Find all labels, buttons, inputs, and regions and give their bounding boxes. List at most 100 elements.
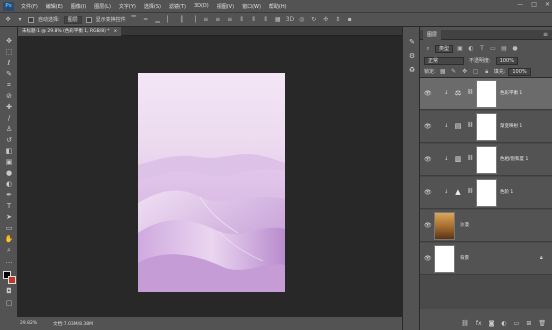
properties-panel-icon[interactable]: ⚙ xyxy=(407,51,417,61)
shape-filter-icon[interactable]: ▭ xyxy=(489,45,497,53)
new-layer-icon[interactable]: ⊞ xyxy=(526,320,531,327)
drag-icon[interactable]: ✣ xyxy=(322,16,330,24)
chevron-down-icon[interactable]: ▾ xyxy=(16,16,24,24)
layer-name[interactable]: 渐变映射 1 xyxy=(500,123,522,129)
type-filter-icon[interactable]: T xyxy=(478,45,486,53)
roll-icon[interactable]: ↻ xyxy=(310,16,318,24)
zoom-level[interactable]: 29.82% xyxy=(20,321,37,326)
layer-mask-thumbnail[interactable] xyxy=(476,80,497,108)
align-middle-icon[interactable]: ═ xyxy=(142,16,150,24)
menu-layer[interactable]: 图层(L) xyxy=(90,3,115,10)
hand-tool-icon[interactable]: ✋ xyxy=(3,235,15,244)
distribute-middle-icon[interactable]: ≡ xyxy=(214,16,222,24)
blend-mode-dropdown[interactable]: 正常 xyxy=(424,56,464,65)
fill-input[interactable]: 100% xyxy=(508,67,531,76)
quick-select-tool-icon[interactable]: ✎ xyxy=(3,70,15,79)
lock-artboard-icon[interactable]: ▢ xyxy=(472,68,480,76)
new-adjustment-icon[interactable]: ◐ xyxy=(501,320,506,327)
move-tool-icon[interactable]: ✥ xyxy=(4,16,12,24)
adjustments-panel-icon[interactable]: ♻ xyxy=(407,65,417,75)
layer-name[interactable]: 色相/饱和度 1 xyxy=(500,156,528,162)
marquee-tool-icon[interactable]: ⬚ xyxy=(3,48,15,57)
lasso-tool-icon[interactable]: ℓ xyxy=(3,59,15,68)
close-tab-button[interactable]: × xyxy=(114,27,118,36)
eraser-tool-icon[interactable]: ◧ xyxy=(3,147,15,156)
menu-edit[interactable]: 编辑(E) xyxy=(42,3,67,10)
move-tool-icon[interactable]: ✥ xyxy=(3,37,15,46)
scale-icon[interactable]: ▪ xyxy=(346,16,354,24)
layer-name[interactable]: 沙漠 xyxy=(460,222,469,228)
zoom-tool-icon[interactable]: ⌕ xyxy=(3,246,15,255)
distribute-center-icon[interactable]: ⦀ xyxy=(250,16,258,24)
visibility-eye-icon[interactable]: 👁︎ xyxy=(424,222,432,229)
align-top-icon[interactable]: ▔ xyxy=(130,16,138,24)
eyedropper-tool-icon[interactable]: ⊘ xyxy=(3,92,15,101)
tab-layers[interactable]: 图层 xyxy=(423,30,442,40)
type-tool-icon[interactable]: T xyxy=(3,202,15,211)
maximize-button[interactable]: □ xyxy=(531,1,537,8)
desert-image[interactable] xyxy=(138,73,285,292)
link-icon[interactable]: ⛓ xyxy=(467,89,473,95)
background-layer-thumbnail[interactable] xyxy=(434,245,455,273)
adjustment-filter-icon[interactable]: ◐ xyxy=(467,45,475,53)
lock-position-icon[interactable]: ✥ xyxy=(461,68,469,76)
menu-type[interactable]: 文字(Y) xyxy=(115,3,140,10)
rectangle-tool-icon[interactable]: ▭ xyxy=(3,224,15,233)
lock-transparent-icon[interactable]: ▦ xyxy=(439,68,447,76)
add-mask-icon[interactable]: ◙ xyxy=(489,320,495,327)
auto-select-checkbox[interactable] xyxy=(28,16,34,23)
brush-tool-icon[interactable]: / xyxy=(3,114,15,123)
menu-help[interactable]: 帮助(H) xyxy=(265,3,291,10)
new-group-icon[interactable]: ▭ xyxy=(514,320,520,327)
pixel-filter-icon[interactable]: ▣ xyxy=(456,45,464,53)
auto-align-icon[interactable]: ▦ xyxy=(274,16,282,24)
layer-row[interactable]: 👁︎ 沙漠 xyxy=(420,210,552,242)
distribute-top-icon[interactable]: ≡ xyxy=(202,16,210,24)
healing-brush-tool-icon[interactable]: ✚ xyxy=(3,103,15,112)
background-color-swatch[interactable] xyxy=(8,276,16,284)
filter-toggle-icon[interactable]: ● xyxy=(511,45,519,53)
document-tab[interactable]: 未标题-1 @ 29.8% (色彩平衡 1, RGB/8) * × xyxy=(18,27,122,36)
menu-file[interactable]: 文件(F) xyxy=(17,3,42,10)
opacity-input[interactable]: 100% xyxy=(495,56,518,65)
history-brush-tool-icon[interactable]: ↺ xyxy=(3,136,15,145)
auto-select-dropdown[interactable]: 图层 xyxy=(63,15,82,24)
menu-view[interactable]: 视图(V) xyxy=(213,3,238,10)
pen-tool-icon[interactable]: ✒ xyxy=(3,191,15,200)
fx-icon[interactable]: fx xyxy=(476,320,482,327)
minimize-button[interactable]: — xyxy=(517,1,523,8)
history-panel-icon[interactable]: ✎ xyxy=(407,37,417,47)
align-center-icon[interactable]: ║ xyxy=(178,16,186,24)
align-right-icon[interactable]: ▕ xyxy=(190,16,198,24)
layer-name[interactable]: 色彩平衡 1 xyxy=(500,90,522,96)
layer-row[interactable]: 👁︎ ↓ ▲ ⛓ 色阶 1 xyxy=(420,177,552,209)
layer-row[interactable]: 👁︎ 背景 🔒︎ xyxy=(420,243,552,275)
distribute-right-icon[interactable]: ⦀ xyxy=(262,16,270,24)
menu-filter[interactable]: 滤镜(T) xyxy=(165,3,190,10)
menu-image[interactable]: 图像(I) xyxy=(67,3,90,10)
orbit-icon[interactable]: ◎ xyxy=(298,16,306,24)
link-icon[interactable]: ⛓ xyxy=(467,122,473,128)
visibility-eye-icon[interactable]: 👁︎ xyxy=(424,90,432,97)
layer-row[interactable]: 👁︎ ↓ ▥ ⛓ 色相/饱和度 1 xyxy=(420,144,552,176)
layer-filter-dropdown[interactable]: 类型 xyxy=(435,44,454,53)
align-bottom-icon[interactable]: ▁ xyxy=(154,16,162,24)
screen-mode-icon[interactable]: ▢ xyxy=(3,299,15,308)
crop-tool-icon[interactable]: ⌗ xyxy=(3,81,15,90)
layer-mask-thumbnail[interactable] xyxy=(476,113,497,141)
visibility-eye-icon[interactable]: 👁︎ xyxy=(424,123,432,130)
menu-select[interactable]: 选择(S) xyxy=(140,3,165,10)
layer-row[interactable]: 👁︎ ↓ ⚖ ⛓ 色彩平衡 1 xyxy=(420,78,552,110)
panel-menu-icon[interactable]: ≡ xyxy=(543,30,548,40)
visibility-eye-icon[interactable]: 👁︎ xyxy=(424,255,432,262)
menu-3d[interactable]: 3D(D) xyxy=(190,3,213,9)
align-left-icon[interactable]: ▏ xyxy=(166,16,174,24)
layer-name[interactable]: 色阶 1 xyxy=(500,189,513,195)
lock-image-icon[interactable]: ✎ xyxy=(450,68,458,76)
layer-mask-thumbnail[interactable] xyxy=(476,179,497,207)
visibility-eye-icon[interactable]: 👁︎ xyxy=(424,156,432,163)
distribute-left-icon[interactable]: ⦀ xyxy=(238,16,246,24)
quick-mask-icon[interactable]: ◘ xyxy=(3,287,15,296)
transform-controls-checkbox[interactable] xyxy=(85,16,92,23)
distribute-bottom-icon[interactable]: ≡ xyxy=(226,16,234,24)
